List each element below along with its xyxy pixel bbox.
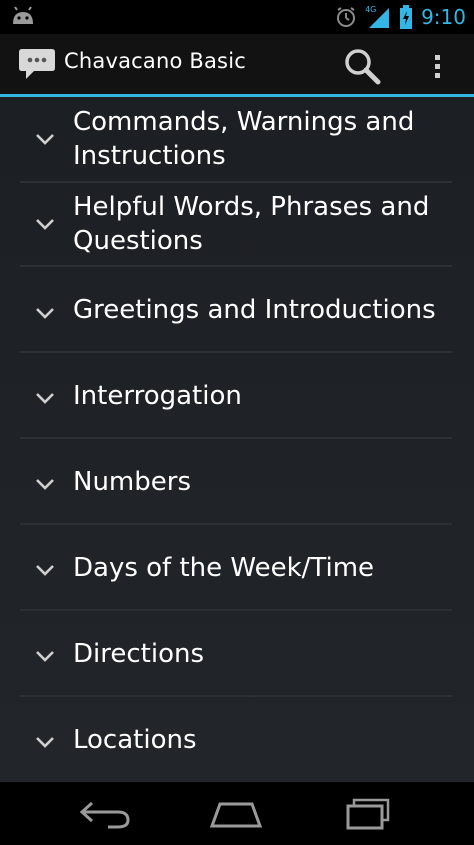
app-title: Chavacano Basic xyxy=(64,49,246,73)
list-item-commands[interactable]: Commands, Warnings and Instructions xyxy=(20,97,452,183)
list-item-label: Directions xyxy=(73,639,205,669)
chevron-down-icon xyxy=(36,479,54,490)
chevron-down-icon xyxy=(36,308,54,319)
overflow-menu-icon[interactable] xyxy=(420,42,456,90)
home-icon[interactable] xyxy=(200,794,272,834)
chevron-down-icon xyxy=(36,737,54,748)
list-item-label: Helpful Words, Phrases and Questions xyxy=(73,192,430,256)
recent-apps-icon[interactable] xyxy=(334,794,406,834)
navigation-bar xyxy=(0,782,474,845)
list-item-label: Greetings and Introductions xyxy=(73,295,436,325)
category-list: Commands, Warnings and Instructions Help… xyxy=(0,97,474,782)
chat-bubble-icon[interactable] xyxy=(18,46,56,82)
status-bar: 4G 9:10 xyxy=(0,0,474,34)
list-item-directions[interactable]: Directions xyxy=(20,611,452,697)
list-item-interrogation[interactable]: Interrogation xyxy=(20,353,452,439)
chevron-down-icon xyxy=(36,219,54,230)
back-icon[interactable] xyxy=(70,794,142,834)
chevron-down-icon xyxy=(36,393,54,404)
list-item-label: Interrogation xyxy=(73,381,242,411)
alarm-icon xyxy=(337,7,356,27)
list-item-helpful-words[interactable]: Helpful Words, Phrases and Questions xyxy=(20,181,452,267)
chevron-down-icon xyxy=(36,651,54,662)
chevron-down-icon xyxy=(36,565,54,576)
search-icon[interactable] xyxy=(338,42,386,90)
action-bar: Chavacano Basic xyxy=(0,34,474,97)
battery-icon xyxy=(400,5,413,29)
signal-icon: 4G xyxy=(365,5,391,29)
list-item-locations[interactable]: Locations xyxy=(20,697,452,781)
chevron-down-icon xyxy=(36,134,54,145)
list-item-greetings[interactable]: Greetings and Introductions xyxy=(20,267,452,353)
clock-time: 9:10 xyxy=(421,5,466,29)
list-item-numbers[interactable]: Numbers xyxy=(20,439,452,525)
android-icon xyxy=(13,6,33,24)
list-item-label: Locations xyxy=(73,725,197,755)
list-item-label: Days of the Week/Time xyxy=(73,553,375,583)
list-item-days-of-week[interactable]: Days of the Week/Time xyxy=(20,525,452,611)
list-item-label: Commands, Warnings and Instructions xyxy=(73,107,415,171)
list-item-label: Numbers xyxy=(73,467,191,497)
